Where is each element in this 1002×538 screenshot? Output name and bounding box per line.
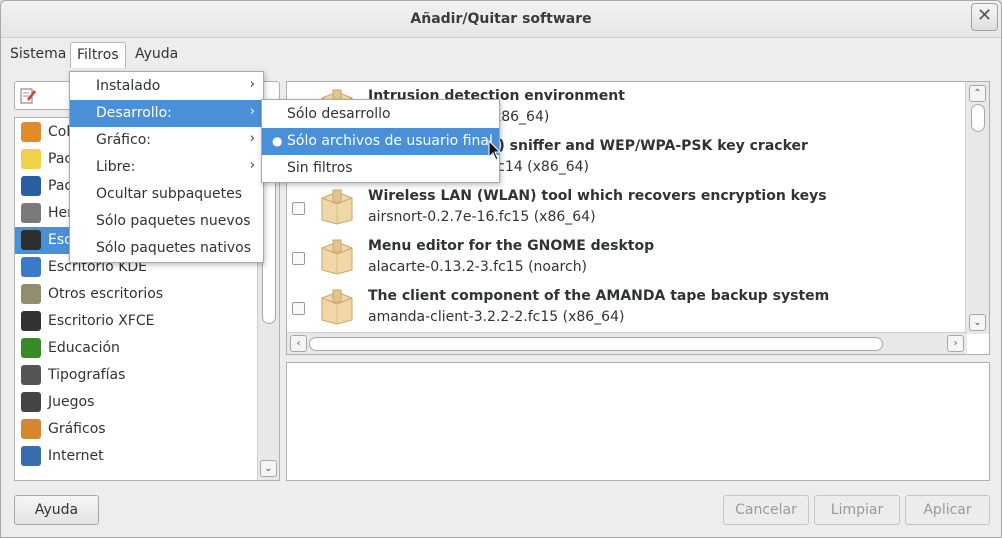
category-row[interactable]: Gráficos [15, 416, 258, 443]
graphics-brush-icon [21, 419, 41, 439]
package-summary: Menu editor for the GNOME desktop [368, 238, 655, 254]
apply-button[interactable]: Aplicar [905, 495, 990, 525]
package-name: airsnort-0.2.7e-16.fc15 (x86_64) [368, 209, 596, 225]
package-vertical-scrollbar[interactable]: ⌃ ⌄ [965, 82, 989, 334]
gamepad-icon [21, 392, 41, 412]
gnome-foot-icon [21, 230, 41, 250]
package-hscroll-thumb[interactable] [309, 337, 883, 351]
filter-menu-item[interactable]: Libre: › [70, 154, 263, 181]
scroll-right-icon[interactable]: › [947, 335, 964, 352]
development-filter-option[interactable]: ● Sólo archivos de usuario final [262, 128, 499, 155]
submenu-arrow-icon: › [249, 77, 255, 92]
package-row[interactable]: The client component of the AMANDA tape … [287, 282, 967, 332]
close-icon: ✕ [976, 5, 993, 26]
menu-item-label: Libre: [96, 159, 136, 175]
menu-item-label: Sin filtros [287, 160, 353, 176]
category-label: Tipografías [48, 367, 126, 383]
package-box-icon [321, 189, 353, 225]
package-row[interactable]: Menu editor for the GNOME desktop alacart… [287, 232, 967, 282]
category-label: Gráficos [48, 421, 106, 437]
menu-item-label: Ocultar subpaquetes [96, 186, 243, 202]
package-name: amanda-client-3.2.2-2.fc15 (x86_64) [368, 309, 625, 325]
package-summary: Wireless LAN (WLAN) tool which recovers … [368, 188, 827, 204]
scroll-left-icon[interactable]: ‹ [290, 335, 307, 352]
filters-menu: Instalado › Desarrollo: › Gráfico: › Libre: › Oc… [69, 71, 264, 263]
help-button[interactable]: Ayuda [14, 495, 99, 525]
menu-ayuda[interactable]: Ayuda [129, 42, 184, 68]
menu-filtros[interactable]: Filtros [70, 42, 126, 68]
menu-sistema[interactable]: Sistema [4, 42, 72, 68]
category-row[interactable]: Educación [15, 335, 258, 362]
package-box-icon [321, 239, 353, 275]
package-name: alacarte-0.13.2-3.fc15 (noarch) [368, 259, 588, 275]
package-checkbox[interactable] [292, 302, 305, 315]
category-row[interactable]: Tipografías [15, 362, 258, 389]
education-chart-icon [21, 338, 41, 358]
cancel-button[interactable]: Cancelar [723, 495, 809, 525]
font-icon [21, 365, 41, 385]
menu-item-label: Gráfico: [96, 132, 151, 148]
package-checkbox[interactable] [292, 252, 305, 265]
scroll-down-icon[interactable]: ⌄ [260, 460, 277, 477]
edit-pencil-icon [20, 88, 36, 104]
window-title: Añadir/Quitar software [410, 11, 592, 27]
category-label: Educación [48, 340, 120, 356]
filter-menu-item[interactable]: Desarrollo: › [70, 100, 263, 127]
package-details-pane [286, 362, 990, 481]
package-scrollbar-thumb[interactable] [971, 104, 985, 132]
menu-item-label: Sólo paquetes nuevos [96, 213, 251, 229]
kde-icon [21, 257, 41, 277]
clear-button[interactable]: Limpiar [814, 495, 900, 525]
menu-item-label: Desarrollo: [96, 105, 172, 121]
filter-menu-item[interactable]: Ocultar subpaquetes [70, 181, 263, 208]
category-label: Juegos [48, 394, 95, 410]
filter-menu-item[interactable]: Sólo paquetes nuevos [70, 208, 263, 235]
radio-bullet-icon: ● [272, 134, 283, 148]
lightbulb-icon [21, 149, 41, 169]
color-palette-icon [21, 122, 41, 142]
title-bar: Añadir/Quitar software ✕ [1, 1, 1001, 38]
filter-menu-item[interactable]: Sólo paquetes nativos [70, 235, 263, 262]
close-window-button[interactable]: ✕ [971, 3, 998, 31]
package-summary: The client component of the AMANDA tape … [368, 288, 830, 304]
magnifier-icon [21, 176, 41, 196]
package-box-icon [321, 289, 353, 325]
category-row[interactable]: Juegos [15, 389, 258, 416]
menu-item-label: Sólo paquetes nativos [96, 240, 252, 256]
xfce-mouse-icon [21, 311, 41, 331]
menu-item-label: Sólo archivos de usuario final [287, 133, 493, 149]
monitor-clock-icon [21, 203, 41, 223]
category-label: Otros escritorios [48, 286, 164, 302]
category-label: Col [48, 124, 71, 140]
scroll-down-icon[interactable]: ⌄ [969, 314, 986, 331]
filter-menu-item[interactable]: Instalado › [70, 73, 263, 100]
development-filter-option[interactable]: Sólo desarrollo [262, 101, 499, 128]
menu-item-label: Sólo desarrollo [287, 106, 391, 122]
submenu-arrow-icon: › [249, 104, 255, 119]
package-checkbox[interactable] [292, 202, 305, 215]
globe-icon [21, 446, 41, 466]
menu-item-label: Instalado [96, 78, 161, 94]
scroll-up-icon[interactable]: ⌃ [969, 85, 986, 102]
submenu-arrow-icon: › [249, 158, 255, 173]
development-submenu: Sólo desarrollo ● Sólo archivos de usuario… [261, 99, 500, 183]
development-filter-option[interactable]: Sin filtros [262, 155, 499, 182]
menu-bar: Sistema Filtros Ayuda [1, 38, 1001, 68]
category-label: Escritorio XFCE [48, 313, 155, 329]
filter-menu-item[interactable]: Gráfico: › [70, 127, 263, 154]
desktop-icon [21, 284, 41, 304]
package-row[interactable]: Wireless LAN (WLAN) tool which recovers … [287, 182, 967, 232]
category-row[interactable]: Internet [15, 443, 258, 470]
mouse-pointer-icon [488, 140, 502, 161]
category-row[interactable]: Escritorio XFCE [15, 308, 258, 335]
submenu-arrow-icon: › [249, 131, 255, 146]
category-label: Internet [48, 448, 104, 464]
app-window: Añadir/Quitar software ✕ Sistema Filtros… [0, 0, 1002, 538]
package-horizontal-scrollbar[interactable]: ‹ › [287, 332, 967, 354]
category-row[interactable]: Otros escritorios [15, 281, 258, 308]
